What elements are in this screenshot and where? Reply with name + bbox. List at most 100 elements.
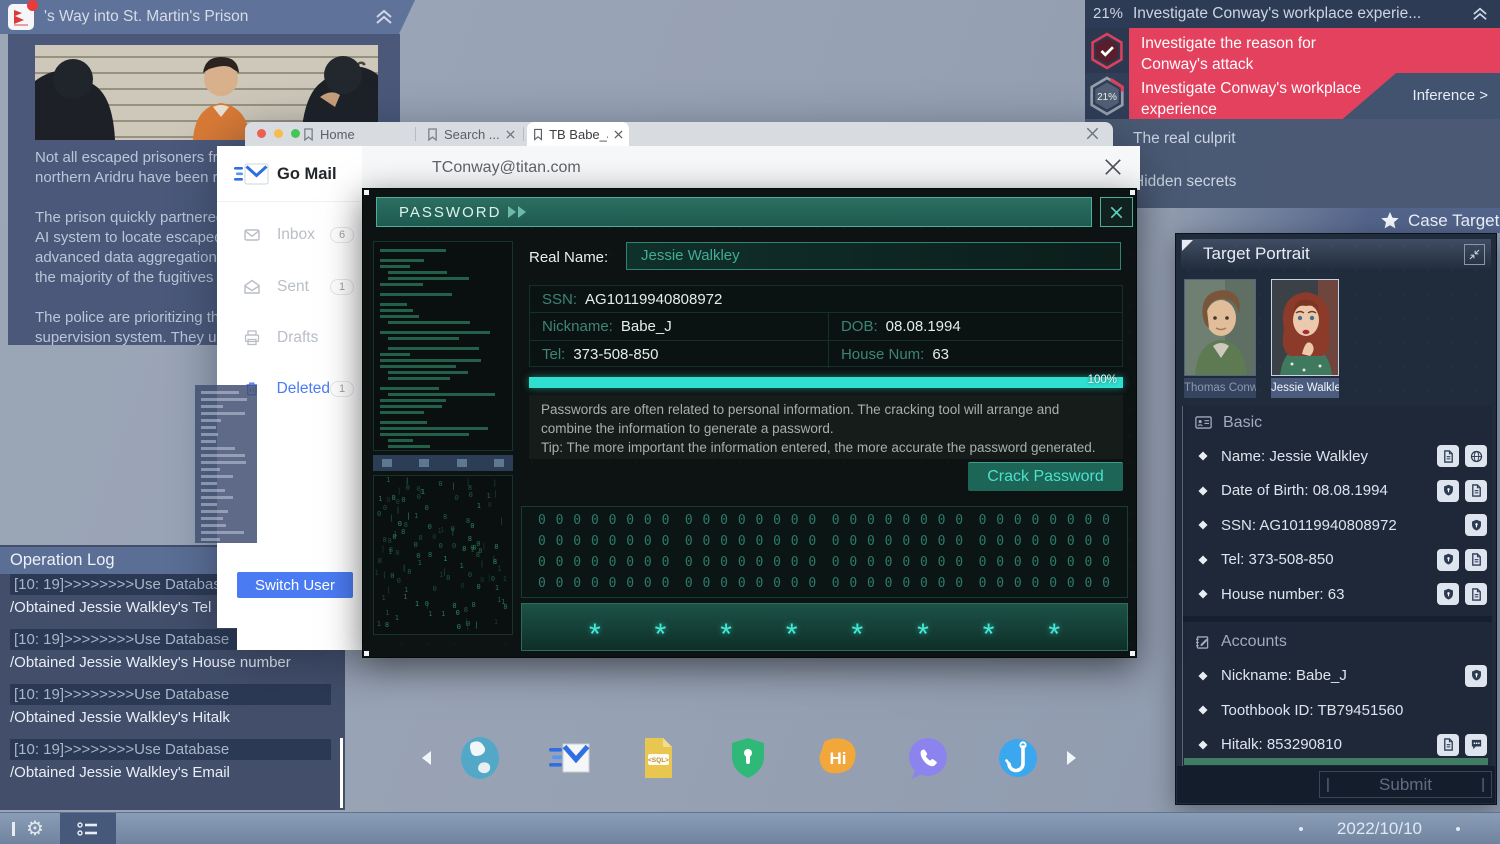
corner-handle[interactable] bbox=[364, 651, 369, 656]
tel-field[interactable]: Tel: 373-508-850 bbox=[530, 340, 829, 368]
portrait-jessie-walkley[interactable] bbox=[1271, 279, 1339, 376]
document-icon-button[interactable] bbox=[1437, 445, 1459, 468]
ghost-text-line bbox=[201, 489, 226, 492]
code-line bbox=[388, 377, 451, 380]
expand-icon[interactable] bbox=[1464, 244, 1485, 265]
ghost-text-line bbox=[201, 517, 224, 520]
system-date[interactable]: 2022/10/10 bbox=[1298, 813, 1460, 844]
ssn-field[interactable]: SSN: AG10119940808972 bbox=[530, 286, 1122, 312]
task-panel-titlebar[interactable]: 21% Investigate Conway's workplace exper… bbox=[1085, 0, 1500, 28]
tab-home[interactable]: Home bbox=[297, 122, 413, 146]
document-icon-button[interactable] bbox=[1465, 479, 1487, 502]
zeros-group: 0 0 0 0 0 0 0 0 bbox=[831, 513, 965, 528]
dock-left-arrow-icon[interactable] bbox=[420, 750, 432, 766]
matrix-glyph: 1 bbox=[381, 593, 386, 602]
document-icon-button[interactable] bbox=[1437, 733, 1459, 756]
tab-tb-babe-j[interactable]: TB Babe_J bbox=[527, 122, 629, 146]
chat-icon-button[interactable] bbox=[1465, 733, 1487, 756]
zeros-group: 0 0 0 0 0 0 0 0 bbox=[538, 576, 671, 591]
dock-hi-chat-icon[interactable]: Hi bbox=[815, 735, 861, 781]
settings-gear-icon[interactable]: ⚙ bbox=[26, 813, 44, 844]
dock-browser-icon[interactable] bbox=[457, 735, 503, 781]
code-line bbox=[388, 321, 470, 324]
submit-button[interactable]: | Submit | bbox=[1319, 771, 1492, 798]
tab-close-icon[interactable] bbox=[614, 129, 623, 139]
task-row-completed[interactable]: Investigate the reason for Conway's atta… bbox=[1085, 28, 1500, 73]
shield-icon-button[interactable] bbox=[1437, 583, 1459, 606]
tab-close-icon[interactable] bbox=[506, 129, 515, 139]
matrix-glyph: 8 bbox=[460, 581, 465, 590]
real-name-input[interactable]: Jessie Walkley bbox=[626, 242, 1121, 270]
target-portrait-header[interactable]: Target Portrait bbox=[1181, 239, 1491, 269]
row-action-icons bbox=[1437, 548, 1487, 571]
matrix-glyph: 1 bbox=[459, 562, 464, 571]
ghost-text-line bbox=[201, 503, 218, 506]
collapse-chevron-icon[interactable] bbox=[375, 9, 393, 25]
traffic-lights[interactable] bbox=[257, 129, 300, 138]
password-cracker-window: PASSWORD 1 0 1 1 0 0 | 0 8 8 8 | 8 8 8 1 | 1 0 0 | 1 0 1 0 8 1 8 1 0 1… bbox=[362, 188, 1137, 658]
dock-right-arrow-icon[interactable] bbox=[1066, 750, 1078, 766]
corner-handle[interactable] bbox=[1130, 190, 1135, 195]
task-sub-item[interactable]: Hidden secrets bbox=[1133, 173, 1236, 191]
shield-icon-button[interactable] bbox=[1465, 514, 1487, 537]
globe-icon-button[interactable] bbox=[1465, 445, 1487, 468]
portrait-name-label[interactable]: Thomas Conway bbox=[1184, 378, 1256, 398]
task-list-button[interactable] bbox=[60, 813, 116, 844]
nickname-field[interactable]: Nickname: Babe_J bbox=[530, 313, 829, 340]
house-field[interactable]: House Num: 63 bbox=[829, 341, 1122, 368]
matrix-glyph: 8 bbox=[407, 568, 412, 577]
corner-handle[interactable] bbox=[1130, 651, 1135, 656]
shield-icon-button[interactable] bbox=[1465, 664, 1487, 687]
close-light[interactable] bbox=[257, 129, 266, 138]
folder-sent[interactable]: Sent 1 bbox=[217, 274, 362, 300]
task-row-active[interactable]: 21% Investigate Conway's workplace exper… bbox=[1085, 73, 1500, 119]
row-action-icons bbox=[1437, 583, 1487, 606]
dock-password-keeper-icon[interactable] bbox=[725, 735, 771, 781]
shield-icon-button[interactable] bbox=[1437, 479, 1459, 502]
password-tool-close-icon[interactable] bbox=[1100, 197, 1133, 227]
dob-field[interactable]: DOB: 08.08.1994 bbox=[829, 313, 1122, 339]
dock-go-mail-icon[interactable] bbox=[547, 735, 593, 781]
switch-user-button[interactable]: Switch User bbox=[237, 572, 353, 598]
dock-phone-icon[interactable] bbox=[905, 735, 951, 781]
corner-handle[interactable] bbox=[364, 190, 369, 195]
folder-inbox[interactable]: Inbox 6 bbox=[217, 222, 362, 248]
document-icon-button[interactable] bbox=[1465, 548, 1487, 571]
code-line bbox=[380, 283, 424, 286]
collapse-chevron-icon[interactable] bbox=[1472, 7, 1488, 21]
portrait-thomas-conway[interactable] bbox=[1184, 279, 1256, 376]
shield-icon-button[interactable] bbox=[1437, 548, 1459, 571]
log-scrollbar[interactable] bbox=[340, 738, 343, 808]
folder-drafts[interactable]: Drafts bbox=[217, 325, 362, 351]
matrix-glyph: 1 bbox=[403, 593, 408, 601]
tab-search[interactable]: Search ... bbox=[421, 122, 521, 146]
real-name-label: Real Name: bbox=[529, 249, 609, 266]
task-done-hexagon-icon bbox=[1085, 28, 1129, 73]
go-mail-name: Go Mail bbox=[277, 165, 337, 183]
matrix-glyph: 0 bbox=[377, 510, 382, 518]
matrix-glyph: 0 bbox=[468, 491, 473, 500]
portrait-name-label[interactable]: Jessie Walkley bbox=[1271, 378, 1339, 398]
matrix-glyph: 1 bbox=[476, 501, 482, 510]
dock-hook-tool-icon[interactable] bbox=[995, 735, 1041, 781]
ghost-text-line bbox=[201, 531, 244, 534]
minimize-light[interactable] bbox=[274, 129, 283, 138]
bullet-diamond-icon bbox=[1198, 555, 1208, 565]
document-icon-button[interactable] bbox=[1465, 583, 1487, 606]
matrix-glyph: 0 bbox=[427, 522, 432, 531]
password-tool-titlebar[interactable]: PASSWORD bbox=[376, 197, 1092, 227]
personal-info-grid: SSN: AG10119940808972 Nickname: Babe_J DOB… bbox=[529, 285, 1123, 368]
horizontal-scrollbar[interactable] bbox=[1184, 758, 1488, 765]
mask-char: * bbox=[1048, 618, 1061, 651]
mail-close-icon[interactable] bbox=[1104, 158, 1122, 176]
window-close-icon[interactable] bbox=[1086, 127, 1099, 140]
matrix-glyph: | bbox=[405, 476, 410, 485]
inference-link[interactable]: Inference > bbox=[1413, 85, 1488, 106]
code-line bbox=[380, 353, 410, 356]
mask-char: * bbox=[654, 618, 667, 651]
task-sub-item[interactable]: The real culprit bbox=[1133, 130, 1236, 148]
code-line bbox=[380, 421, 427, 424]
dock-sql-icon[interactable]: <SQL> bbox=[635, 735, 681, 781]
ghost-text-line bbox=[201, 538, 220, 541]
crack-password-button[interactable]: Crack Password bbox=[968, 462, 1123, 491]
